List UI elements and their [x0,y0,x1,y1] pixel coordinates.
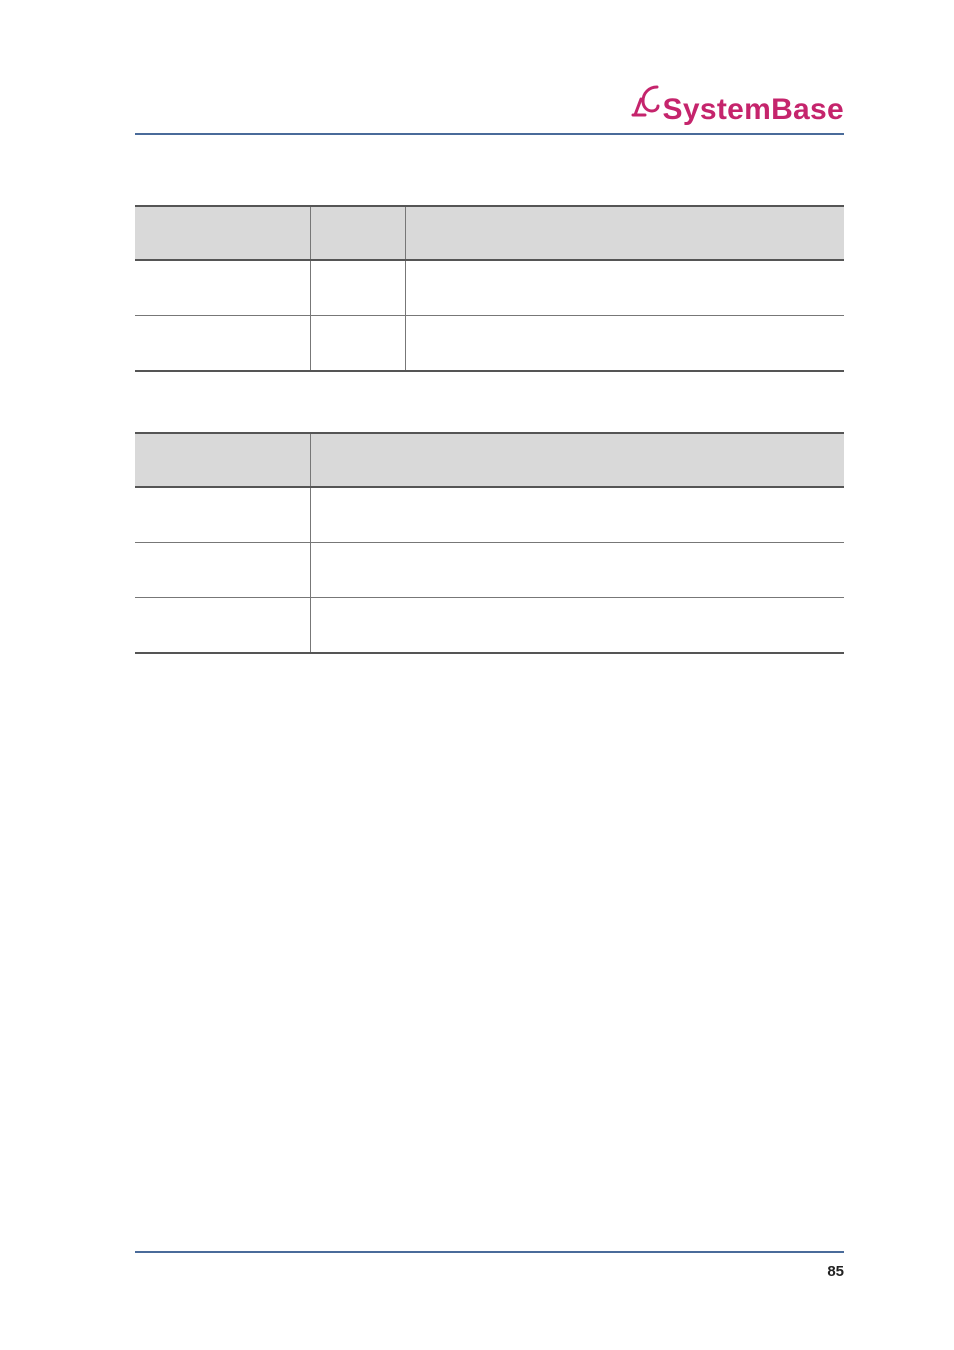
table-2-cell [310,598,844,654]
brand-name: SystemBase [663,93,844,127]
table-row [135,260,844,316]
table-1-cell [310,316,405,372]
table-1-cell [310,260,405,316]
table-row [135,487,844,543]
table-1-cell [405,260,844,316]
brand-logo-icon [631,85,663,119]
table-2 [135,432,844,654]
table-2-header-cell-2 [310,433,844,487]
header-rule [135,133,844,135]
table-2-cell [135,487,310,543]
header: SystemBase [135,85,844,127]
table-1-header-row [135,206,844,260]
table-1-cell [135,260,310,316]
table-2-cell [310,543,844,598]
footer-rule [135,1251,844,1253]
table-1-cell [405,316,844,372]
table-2-header-cell-1 [135,433,310,487]
brand-logo: SystemBase [631,85,844,127]
table-1 [135,205,844,372]
page-number: 85 [135,1263,844,1280]
table-1-header-cell-3 [405,206,844,260]
page: SystemBase [0,0,954,1350]
table-2-header-row [135,433,844,487]
table-1-header-cell-1 [135,206,310,260]
table-row [135,316,844,372]
table-2-cell [135,598,310,654]
table-row [135,543,844,598]
table-1-header-cell-2 [310,206,405,260]
footer: 85 [135,1251,844,1280]
table-2-cell [310,487,844,543]
table-2-cell [135,543,310,598]
table-spacer [135,372,844,432]
table-1-cell [135,316,310,372]
table-row [135,598,844,654]
